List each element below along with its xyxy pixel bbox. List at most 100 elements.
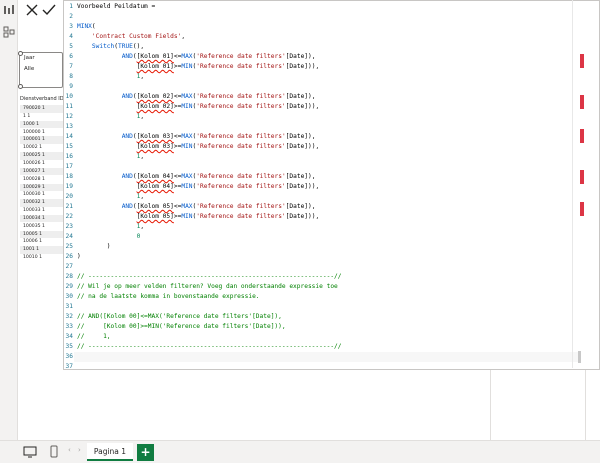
chevron-right-icon[interactable]: › (78, 446, 81, 454)
line-number: 9 (69, 83, 73, 90)
slicer-value[interactable]: Alle (24, 66, 34, 72)
table-row[interactable]: 100001 1 (20, 136, 63, 144)
code-line[interactable]: // 1, (77, 332, 111, 342)
code-line[interactable]: // Wil je op meer velden filteren? Voeg … (77, 282, 338, 292)
mobile-layout-icon[interactable] (50, 445, 58, 458)
error-marker (580, 170, 584, 184)
line-number: 30 (65, 293, 73, 300)
tab-pagina-1[interactable]: Pagina 1 (87, 443, 133, 461)
table-row[interactable]: 1001 1 (20, 246, 63, 254)
code-line[interactable]: ) (77, 242, 111, 252)
table-row[interactable]: 100028 1 (20, 176, 63, 184)
desktop-layout-icon[interactable] (23, 446, 37, 458)
table-row[interactable]: 100029 1 (20, 183, 63, 192)
check-icon[interactable] (41, 2, 57, 18)
line-number: 23 (65, 223, 73, 230)
line-number: 5 (69, 43, 73, 50)
line-number: 20 (65, 193, 73, 200)
code-line[interactable]: // AND([Kolom 00]<=MAX('Reference date f… (77, 312, 282, 322)
line-number: 27 (65, 263, 73, 270)
line-number: 21 (65, 203, 73, 210)
code-line[interactable]: ) (77, 252, 81, 262)
code-line[interactable]: 0 (77, 232, 141, 242)
code-line[interactable]: 1, (77, 112, 144, 122)
scroll-thumb[interactable] (578, 351, 581, 363)
code-line[interactable]: [Kolom 01]>=MIN('Reference date filters'… (77, 62, 320, 72)
code-line[interactable]: Voorbeeld Peildatum = (77, 2, 155, 12)
error-marker (580, 202, 584, 216)
code-line[interactable]: // na de laatste komma in bovenstaande e… (77, 292, 260, 302)
line-number: 4 (69, 33, 73, 40)
line-number: 26 (65, 253, 73, 260)
line-number: 12 (65, 113, 73, 120)
table-row[interactable]: 100030 1 (20, 191, 63, 199)
line-number: 35 (65, 343, 73, 350)
table-header[interactable]: Dienstverband ID (20, 96, 63, 104)
line-number: 19 (65, 183, 73, 190)
slicer-visual[interactable]: Jaar Alle (18, 51, 63, 89)
line-number: 7 (69, 63, 73, 70)
line-number: 28 (65, 273, 73, 280)
table-row[interactable]: 790020 1 (20, 105, 63, 113)
left-rail (0, 0, 18, 440)
report-view-icon[interactable] (3, 4, 15, 16)
table-row[interactable]: 100032 1 (20, 199, 63, 207)
line-number: 14 (65, 133, 73, 140)
table-row[interactable]: 100034 1 (20, 214, 63, 223)
line-number: 3 (69, 23, 73, 30)
add-page-button[interactable]: + (137, 444, 154, 461)
pane-divider (490, 370, 491, 440)
table-row[interactable]: 100027 1 (20, 167, 63, 176)
line-number: 24 (65, 233, 73, 240)
error-marker (580, 129, 584, 143)
table-row[interactable]: 100000 1 (20, 129, 63, 137)
table-row[interactable]: 100026 1 (20, 160, 63, 168)
table-row[interactable]: 10006 1 (20, 238, 63, 246)
code-line[interactable]: 'Contract Custom Fields', (77, 32, 185, 42)
resize-handle[interactable] (18, 84, 23, 89)
table-visual[interactable]: Dienstverband ID 790020 11 1 1000 1 100000… (20, 96, 63, 266)
resize-handle[interactable] (18, 51, 23, 56)
code-line[interactable]: 1, (77, 192, 144, 202)
code-line[interactable]: Switch(TRUE(), (77, 42, 144, 52)
table-row[interactable]: 1000 1 (20, 120, 63, 129)
x-icon[interactable] (24, 2, 40, 18)
code-line[interactable]: AND([Kolom 01]<=MAX('Reference date filt… (77, 52, 316, 62)
table-row[interactable]: 10010 1 (20, 254, 63, 262)
line-number: 10 (65, 93, 73, 100)
table-row[interactable]: 100035 1 (20, 223, 63, 231)
chevron-left-icon[interactable]: ‹ (68, 446, 71, 454)
code-line[interactable]: AND([Kolom 04]<=MAX('Reference date filt… (77, 172, 316, 182)
code-line[interactable]: [Kolom 03]>=MIN('Reference date filters'… (77, 142, 320, 152)
table-row[interactable]: 1 1 (20, 113, 63, 121)
error-marker (580, 54, 584, 68)
line-number: 36 (65, 353, 73, 360)
line-number: 13 (65, 123, 73, 130)
table-row[interactable]: 100033 1 (20, 207, 63, 215)
table-row[interactable]: 10002 1 (20, 144, 63, 152)
table-row[interactable]: 10005 1 (20, 230, 63, 239)
line-number: 8 (69, 73, 73, 80)
code-line[interactable]: 1, (77, 152, 144, 162)
line-number: 11 (65, 103, 73, 110)
code-line[interactable]: [Kolom 05]>=MIN('Reference date filters'… (77, 212, 320, 222)
line-number: 6 (69, 53, 73, 60)
code-line[interactable]: 1, (77, 222, 144, 232)
model-view-icon[interactable] (3, 26, 15, 38)
code-line[interactable]: AND([Kolom 03]<=MAX('Reference date filt… (77, 132, 316, 142)
line-number: 33 (65, 323, 73, 330)
line-number: 31 (65, 303, 73, 310)
code-line[interactable]: MINX( (77, 22, 96, 32)
code-line[interactable]: // -------------------------------------… (77, 272, 342, 282)
code-line[interactable]: [Kolom 02]>=MIN('Reference date filters'… (77, 102, 320, 112)
line-number: 29 (65, 283, 73, 290)
table-row[interactable]: 100025 1 (20, 152, 63, 160)
code-line[interactable]: 1, (77, 72, 144, 82)
code-line[interactable]: AND([Kolom 02]<=MAX('Reference date filt… (77, 92, 316, 102)
code-line[interactable]: [Kolom 04]>=MIN('Reference date filters'… (77, 182, 320, 192)
code-line[interactable]: // [Kolom 00]>=MIN('Reference date filte… (77, 322, 286, 332)
slicer-title: Jaar (24, 55, 35, 61)
code-line[interactable]: AND([Kolom 05]<=MAX('Reference date filt… (77, 202, 316, 212)
current-line-highlight (74, 352, 579, 362)
code-line[interactable]: // -------------------------------------… (77, 342, 342, 352)
